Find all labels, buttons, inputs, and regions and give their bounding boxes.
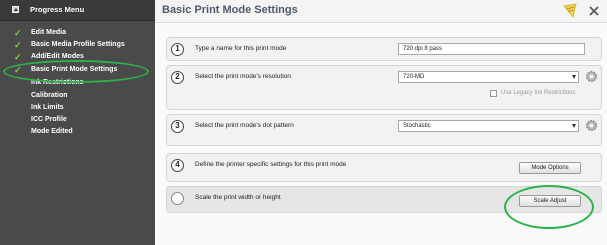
highlight-ellipse: [3, 60, 149, 83]
row-dot-pattern: 3 Select the print mode's dot pattern St…: [166, 114, 602, 146]
sidebar-item-edit-media[interactable]: ✓ Edit Media: [0, 28, 155, 39]
print-mode-name-input[interactable]: 720 dpi 8 pass: [398, 43, 585, 55]
step-number-badge: 3: [171, 120, 184, 133]
highlight-ellipse: [504, 185, 594, 229]
progress-menu-header: Progress Menu: [0, 0, 155, 21]
checkbox-label: Use Legacy Ink Restrictions: [501, 90, 576, 96]
pencil-note-icon[interactable]: [563, 3, 579, 19]
sidebar-item-calibration[interactable]: Calibration: [0, 91, 155, 102]
main-panel: Basic Print Mode Settings 1 Type a name …: [155, 0, 607, 245]
title-bar: Basic Print Mode Settings: [155, 0, 607, 23]
dropdown-arrow-icon: [572, 124, 576, 128]
dropdown-arrow-icon: [572, 75, 576, 79]
close-icon[interactable]: [589, 6, 599, 16]
step-number-badge: [171, 192, 184, 205]
progress-menu-sidebar: Progress Menu ✓ Edit Media ✓ Basic Media…: [0, 0, 155, 245]
row-print-mode-name: 1 Type a name for this print mode 720 dp…: [166, 37, 602, 61]
step-number-badge: 1: [171, 43, 184, 56]
row-label: Scale the print width or height: [195, 194, 281, 201]
mode-options-button[interactable]: Mode Options: [519, 162, 581, 174]
progress-menu-title: Progress Menu: [30, 5, 85, 14]
gear-icon[interactable]: [585, 70, 598, 83]
dot-pattern-select[interactable]: Stochastic: [398, 120, 579, 132]
row-label: Select the print mode's dot pattern: [195, 122, 294, 129]
row-label: Define the printer specific settings for…: [195, 161, 347, 168]
select-value: 720-MD: [403, 74, 425, 80]
checkmark-icon: ✓: [14, 40, 22, 50]
sidebar-item-label: Ink Limits: [31, 104, 64, 111]
checkmark-icon: ✓: [14, 28, 22, 38]
resolution-select[interactable]: 720-MD: [398, 71, 579, 83]
step-number-badge: 2: [171, 71, 184, 84]
row-resolution: 2 Select the print mode's resolution 720…: [166, 65, 602, 110]
sidebar-item-mode-edited[interactable]: Mode Edited: [0, 127, 155, 138]
sidebar-item-label: Mode Edited: [31, 128, 73, 135]
sidebar-item-label: Basic Media Profile Settings: [31, 41, 125, 48]
sidebar-item-ink-limits[interactable]: Ink Limits: [0, 103, 155, 114]
sidebar-item-basic-media-profile[interactable]: ✓ Basic Media Profile Settings: [0, 40, 155, 51]
sidebar-item-label: Calibration: [31, 92, 68, 99]
sidebar-item-label: ICC Profile: [31, 116, 67, 123]
collapse-icon[interactable]: [12, 6, 19, 13]
checkmark-icon: ✓: [14, 52, 22, 62]
legacy-ink-restrictions-checkbox[interactable]: [490, 90, 497, 97]
page-title: Basic Print Mode Settings: [162, 4, 298, 16]
sidebar-item-label: Add/Edit Modes: [31, 53, 84, 60]
row-printer-settings: 4 Define the printer specific settings f…: [166, 153, 602, 182]
row-label: Select the print mode's resolution: [195, 73, 291, 80]
row-label: Type a name for this print mode: [195, 45, 287, 52]
gear-icon[interactable]: [585, 119, 598, 132]
step-number-badge: 4: [171, 159, 184, 172]
sidebar-item-label: Edit Media: [31, 29, 67, 36]
sidebar-item-icc-profile[interactable]: ICC Profile: [0, 115, 155, 126]
select-value: Stochastic: [403, 123, 431, 129]
